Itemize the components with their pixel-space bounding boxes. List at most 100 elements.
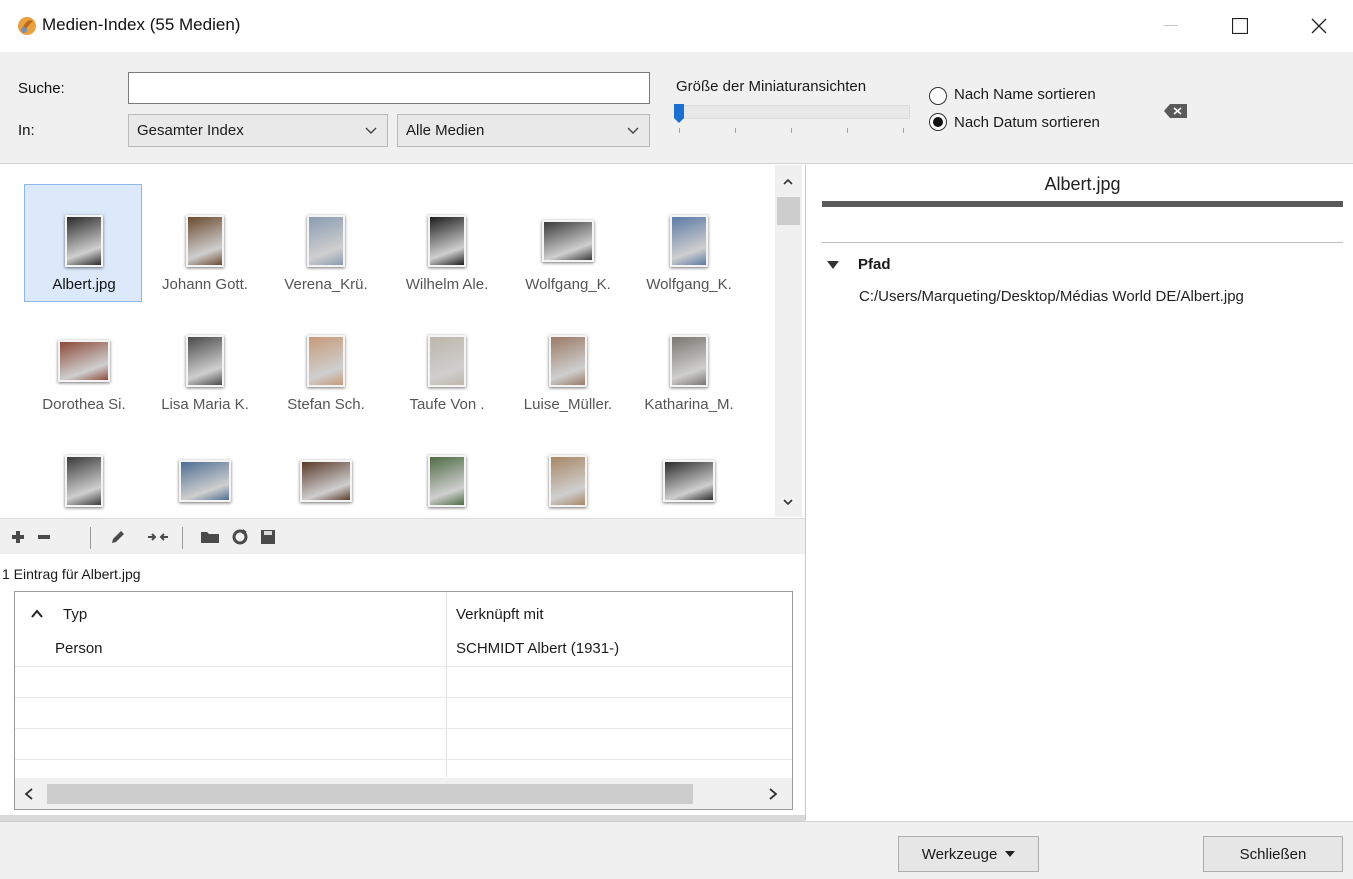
media-toolbar: [0, 518, 805, 554]
minimize-icon: [1164, 25, 1178, 26]
table-cell-type[interactable]: Person: [55, 640, 103, 657]
clear-search-button[interactable]: [1160, 100, 1192, 122]
media-select-value: Alle Medien: [406, 122, 485, 139]
save-button[interactable]: [256, 525, 280, 549]
photo-thumbnail-image: [428, 335, 466, 387]
column-header-type[interactable]: Typ: [63, 606, 87, 623]
scroll-down-icon[interactable]: [781, 495, 795, 509]
photo-thumbnail-image: [542, 220, 594, 262]
photo-thumbnail-image: [307, 335, 345, 387]
scope-select[interactable]: Gesamter Index: [128, 114, 388, 147]
toolbar-separator: [90, 527, 91, 549]
media-thumbnail[interactable]: [630, 425, 748, 517]
column-header-linked[interactable]: Verknüpft mit: [456, 606, 544, 623]
detail-separator: [822, 242, 1343, 243]
thumbnail-label: Taufe Von .: [409, 396, 485, 413]
slider-handle[interactable]: [674, 104, 684, 123]
sort-by-date-label[interactable]: Nach Datum sortieren: [954, 114, 1100, 131]
remove-media-button[interactable]: [32, 525, 56, 549]
slider-tick: [679, 128, 680, 133]
add-media-button[interactable]: [6, 525, 30, 549]
media-thumbnail[interactable]: Taufe Von .: [388, 305, 506, 423]
close-window-button[interactable]: [1296, 0, 1342, 52]
scroll-up-icon[interactable]: [781, 175, 795, 189]
caret-down-icon: [1005, 851, 1016, 857]
triangle-down-icon: [827, 261, 839, 269]
thumbnail-label: Wolfgang_K.: [646, 276, 732, 293]
media-thumbnail[interactable]: Dorothea Si.: [25, 305, 143, 423]
sort-by-name-radio[interactable]: [929, 87, 947, 105]
media-thumbnail[interactable]: [267, 425, 385, 517]
scrollbar-thumb[interactable]: [47, 784, 693, 804]
slider-tick: [903, 128, 904, 133]
close-button[interactable]: Schließen: [1203, 836, 1343, 872]
media-thumbnail[interactable]: [509, 425, 627, 517]
table-cell-linked[interactable]: SCHMIDT Albert (1931-): [456, 640, 619, 657]
table-horizontal-scrollbar[interactable]: [15, 778, 792, 809]
refresh-button[interactable]: [228, 525, 252, 549]
photo-thumbnail-image: [65, 455, 103, 507]
tools-button[interactable]: Werkzeuge: [898, 836, 1039, 872]
remove-icon: [38, 535, 50, 539]
sort-by-date-radio[interactable]: [929, 113, 947, 131]
path-value: C:/Users/Marqueting/Desktop/Médias World…: [859, 288, 1244, 305]
search-label: Suche:: [18, 80, 65, 97]
row-divider: [15, 728, 792, 729]
photo-thumbnail-image: [549, 335, 587, 387]
search-panel: Suche: In: Gesamter Index Alle Medien Gr…: [0, 52, 1353, 164]
toolbar-separator: [182, 527, 183, 549]
column-divider: [446, 592, 447, 777]
entry-count: 1 Eintrag für Albert.jpg: [2, 566, 141, 582]
edit-icon: [112, 531, 124, 543]
scroll-right-icon[interactable]: [767, 787, 779, 801]
merge-media-button[interactable]: [146, 525, 170, 549]
open-folder-button[interactable]: [198, 525, 222, 549]
row-divider: [15, 759, 792, 760]
scrollbar-thumb[interactable]: [777, 197, 800, 225]
media-gallery: Albert.jpg Johann Gott. Verena_Krü. Wilhelm…: [0, 165, 805, 517]
media-thumbnail[interactable]: Albert.jpg: [24, 184, 142, 302]
close-button-label: Schließen: [1239, 845, 1307, 863]
media-thumbnail[interactable]: Lisa Maria K.: [146, 305, 264, 423]
minimize-button[interactable]: [1148, 0, 1194, 52]
detail-title: Albert.jpg: [1044, 174, 1121, 194]
media-thumbnail[interactable]: Luise_Müller.: [509, 305, 627, 423]
slider-tick: [791, 128, 792, 133]
sort-by-name-label[interactable]: Nach Name sortieren: [954, 86, 1096, 103]
thumbnail-label: Luise_Müller.: [523, 396, 613, 413]
thumbnail-label: Katharina_M.: [644, 396, 734, 413]
media-thumbnail[interactable]: Verena_Krü.: [267, 185, 385, 303]
chevron-down-icon: [365, 127, 377, 134]
media-thumbnail[interactable]: [25, 425, 143, 517]
table-header: Typ Verknüpft mit: [15, 592, 792, 636]
thumbnail-label: Albert.jpg: [52, 276, 116, 293]
media-thumbnail[interactable]: Wolfgang_K.: [630, 185, 748, 303]
gallery-vertical-scrollbar[interactable]: [775, 165, 802, 517]
search-input[interactable]: [128, 72, 650, 104]
backspace-icon: [1164, 104, 1187, 118]
pane-divider[interactable]: [805, 165, 806, 820]
thumbnail-size-slider[interactable]: [676, 105, 910, 119]
media-type-select[interactable]: Alle Medien: [397, 114, 650, 147]
media-thumbnail[interactable]: Johann Gott.: [146, 185, 264, 303]
edit-media-button[interactable]: [106, 525, 130, 549]
dialog-footer: Werkzeuge Schließen: [0, 821, 1353, 879]
photo-thumbnail-image: [670, 215, 708, 267]
title-bar: Medien-Index (55 Medien): [0, 0, 1353, 52]
sort-ascending-icon[interactable]: [31, 609, 43, 619]
media-thumbnail[interactable]: Katharina_M.: [630, 305, 748, 423]
maximize-icon: [1232, 18, 1248, 34]
maximize-button[interactable]: [1217, 0, 1263, 52]
media-thumbnail[interactable]: Stefan Sch.: [267, 305, 385, 423]
media-thumbnail[interactable]: [146, 425, 264, 517]
save-icon: [261, 530, 275, 544]
media-thumbnail[interactable]: Wilhelm Ale.: [388, 185, 506, 303]
media-thumbnail[interactable]: Wolfgang_K.: [509, 185, 627, 303]
refresh-icon: [232, 529, 248, 545]
media-thumbnail[interactable]: [388, 425, 506, 517]
photo-thumbnail-image: [300, 460, 352, 502]
tools-button-label: Werkzeuge: [921, 845, 998, 863]
thumbnail-label: Stefan Sch.: [287, 396, 365, 413]
scroll-left-icon[interactable]: [23, 787, 35, 801]
photo-thumbnail-image: [428, 215, 466, 267]
